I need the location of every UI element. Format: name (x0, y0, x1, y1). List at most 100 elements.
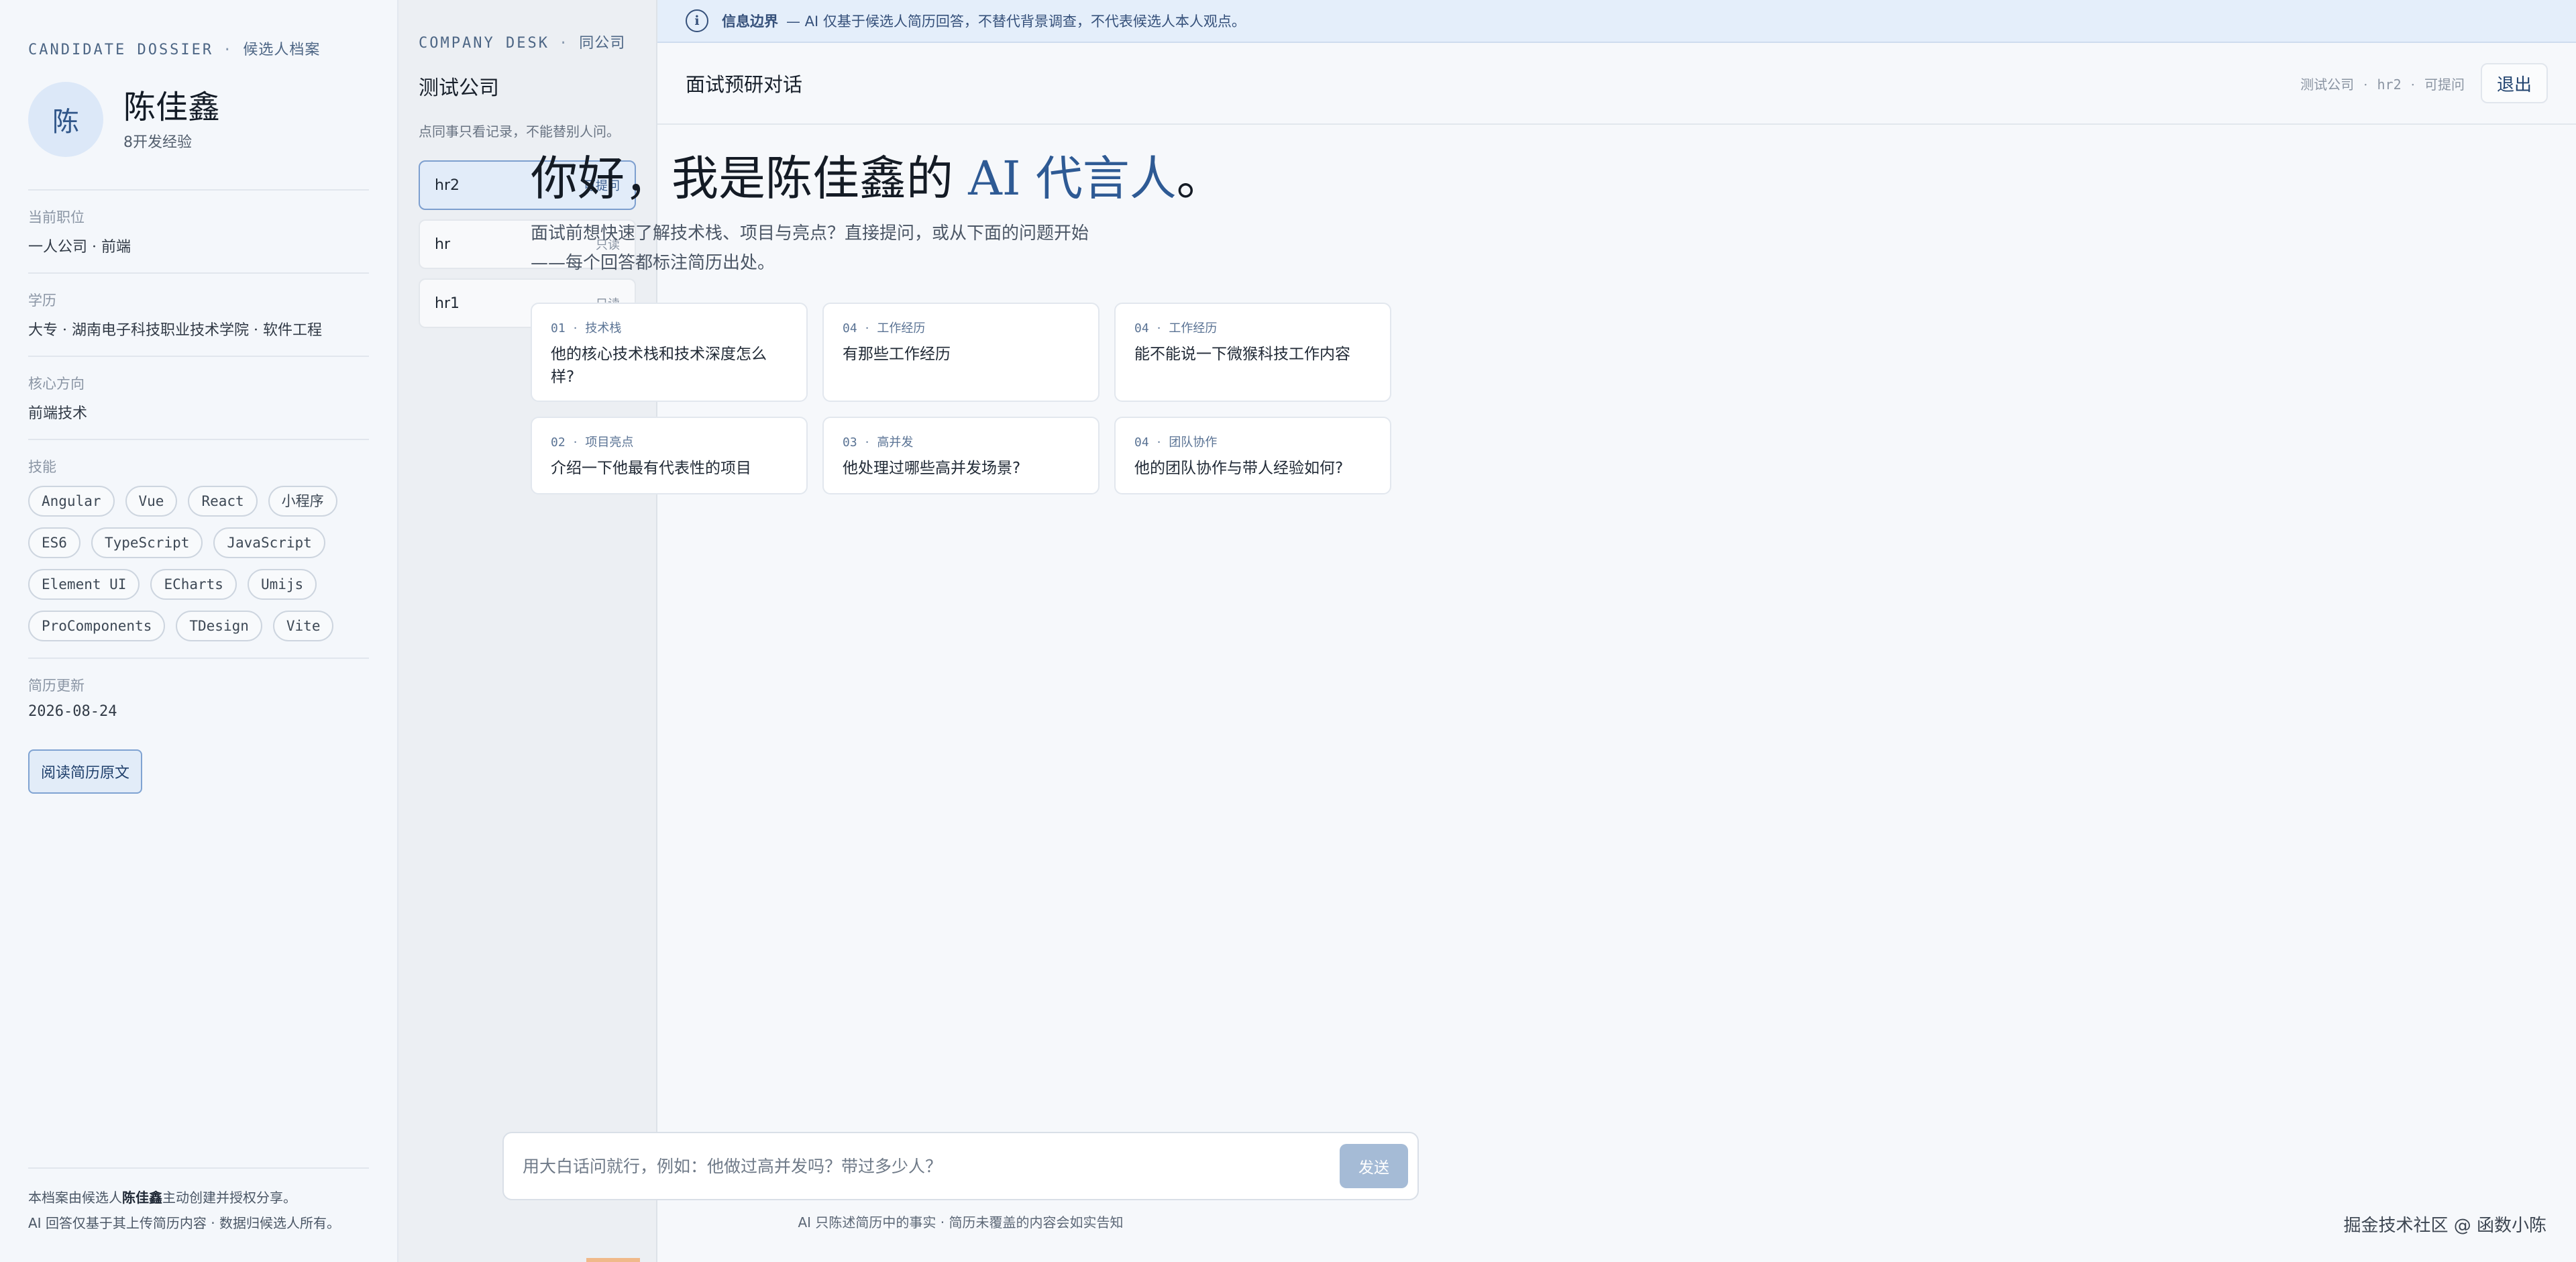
suggestion-question: 能不能说一下微猴科技工作内容 (1134, 346, 1350, 363)
greeting-suffix: 。 (1176, 151, 1224, 206)
ai-disclaimer: AI 只陈述简历中的事实 · 简历未覆盖的内容会如实告知 (798, 1214, 1124, 1230)
suggestion-card[interactable]: 04 · 团队协作 他的团队协作与带人经验如何? (1114, 417, 1391, 494)
dossier-eyebrow-sep: · (223, 42, 234, 58)
suggestion-card[interactable]: 01 · 技术栈 他的核心技术栈和技术深度怎么样? (531, 303, 808, 402)
candidate-profile: 陈 陈佳鑫 8开发经验 (28, 82, 369, 157)
skill-chip: ECharts (150, 569, 237, 600)
footer-prefix: 本档案由候选人 (28, 1190, 122, 1206)
session-meta: 测试公司 · hr2 · 可提问 (2300, 74, 2465, 93)
conversation-header: 面试预研对话 测试公司 · hr2 · 可提问 退出 (657, 43, 2576, 125)
logout-button[interactable]: 退出 (2480, 63, 2548, 103)
desk-eyebrow: COMPANY DESK · 同公司 (419, 31, 636, 52)
desk-eyebrow-sep: · (558, 35, 570, 52)
skill-chip: TypeScript (91, 527, 203, 558)
chat-composer: 发送 (502, 1132, 1419, 1200)
field-value: 大专 · 湖南电子科技职业技术学院 · 软件工程 (28, 322, 322, 339)
field-value: 2026-08-24 (28, 703, 117, 720)
suggestion-num: 04 (1134, 435, 1149, 450)
field-skills: 技能 Angular Vue React 小程序 ES6 TypeScript … (28, 440, 369, 641)
colleague-name: hr1 (435, 295, 460, 312)
meta-user: hr2 (2377, 76, 2402, 93)
meta-sep: · (2363, 76, 2368, 93)
field-value: 前端技术 (28, 405, 88, 422)
colleague-name: hr (435, 235, 450, 253)
meta-sep: · (2410, 76, 2415, 93)
suggestion-tag: 04 · 工作经历 (843, 319, 1079, 336)
desk-note: 点同事只看记录，不能替别人问。 (419, 123, 620, 140)
greeting-prefix: 你好，我是陈佳鑫的 (531, 151, 969, 206)
suggestion-tag: 03 · 高并发 (843, 433, 1079, 450)
field-label: 核心方向 (28, 376, 85, 392)
skill-chip: Angular (28, 486, 115, 517)
field-label: 简历更新 (28, 678, 85, 694)
watermark: 掘金技术社区 @ 函数小陈 (2343, 1216, 2546, 1236)
suggestion-card[interactable]: 04 · 工作经历 有那些工作经历 (822, 303, 1099, 402)
suggestion-tag: 02 · 项目亮点 (551, 433, 788, 450)
skill-chip: React (188, 486, 258, 517)
field-label: 学历 (28, 293, 56, 309)
skill-chip: TDesign (176, 611, 262, 641)
suggestion-sep: · (865, 321, 869, 335)
suggestion-question: 他处理过哪些高并发场景? (843, 460, 1021, 477)
candidate-experience: 8开发经验 (123, 134, 192, 151)
footer-name: 陈佳鑫 (122, 1190, 162, 1206)
desk-accent-bar (586, 1258, 640, 1262)
skill-chip: ES6 (28, 527, 80, 558)
suggestion-question: 他的核心技术栈和技术深度怎么样? (551, 346, 767, 386)
avatar: 陈 (28, 82, 103, 157)
desk-eyebrow-en: COMPANY DESK (419, 35, 549, 52)
info-boundary-banner: i 信息边界 — AI 仅基于候选人简历回答，不替代背景调查，不代表候选人本人观… (657, 0, 2576, 43)
suggestion-sep: · (1157, 435, 1161, 450)
suggestion-num: 04 (1134, 321, 1149, 335)
suggestion-category: 高并发 (877, 435, 914, 450)
suggestion-card[interactable]: 02 · 项目亮点 介绍一下他最有代表性的项目 (531, 417, 808, 494)
skill-chip: ProComponents (28, 611, 166, 641)
field-updated: 简历更新 2026-08-24 (28, 659, 369, 720)
suggestion-card[interactable]: 04 · 工作经历 能不能说一下微猴科技工作内容 (1114, 303, 1391, 402)
suggestion-sep: · (573, 321, 578, 335)
header-right: 测试公司 · hr2 · 可提问 退出 (2300, 63, 2548, 103)
meta-company: 测试公司 (2300, 76, 2355, 93)
welcome-hero: 你好，我是陈佳鑫的 AI 代言人。 面试前想快速了解技术栈、项目与亮点？直接提问… (531, 149, 1409, 278)
suggestion-tag: 01 · 技术栈 (551, 319, 788, 336)
send-button[interactable]: 发送 (1340, 1144, 1408, 1188)
intro-text: 面试前想快速了解技术栈、项目与亮点？直接提问，或从下面的问题开始 ——每个回答都… (531, 219, 1121, 278)
read-resume-button[interactable]: 阅读简历原文 (28, 749, 142, 794)
field-value: 一人公司 · 前端 (28, 239, 131, 256)
intro-line-2: ——每个回答都标注简历出处。 (531, 253, 775, 273)
suggestion-tag: 04 · 工作经历 (1134, 319, 1371, 336)
chat-input[interactable] (523, 1156, 1340, 1176)
skill-chip: Umijs (247, 569, 317, 600)
footer-line-2: AI 回答仅基于其上传简历内容 · 数据归候选人所有。 (28, 1215, 341, 1231)
profile-text: 陈佳鑫 8开发经验 (123, 87, 220, 152)
page-title: 面试预研对话 (686, 73, 803, 96)
suggestion-category: 工作经历 (877, 321, 926, 335)
footer-line-1: 本档案由候选人陈佳鑫主动创建并授权分享。 (28, 1185, 369, 1210)
company-name: 测试公司 (419, 76, 499, 100)
skill-chip: 小程序 (268, 486, 337, 517)
field-education: 学历 大专 · 湖南电子科技职业技术学院 · 软件工程 (28, 274, 369, 339)
suggestion-num: 03 (843, 435, 857, 450)
suggestion-question: 介绍一下他最有代表性的项目 (551, 460, 751, 477)
skill-chip: Vite (272, 611, 334, 641)
suggestion-sep: · (1157, 321, 1161, 335)
suggestion-category: 项目亮点 (585, 435, 634, 450)
field-focus: 核心方向 前端技术 (28, 357, 369, 423)
greeting-heading: 你好，我是陈佳鑫的 AI 代言人。 (531, 149, 1409, 208)
field-position: 当前职位 一人公司 · 前端 (28, 191, 369, 256)
candidate-name: 陈佳鑫 (123, 89, 221, 126)
meta-role: 可提问 (2424, 76, 2465, 93)
suggestion-question: 有那些工作经历 (843, 346, 951, 363)
info-icon: i (686, 9, 708, 32)
desk-eyebrow-cn: 同公司 (579, 35, 626, 52)
greeting-accent: AI 代言人 (968, 151, 1177, 206)
colleague-name: hr2 (435, 176, 460, 194)
skills-list: Angular Vue React 小程序 ES6 TypeScript Jav… (28, 486, 364, 641)
suggestion-card[interactable]: 03 · 高并发 他处理过哪些高并发场景? (822, 417, 1099, 494)
suggestion-num: 01 (551, 321, 566, 335)
suggestion-category: 技术栈 (585, 321, 622, 335)
dossier-eyebrow-cn: 候选人档案 (243, 42, 321, 58)
suggested-questions: 01 · 技术栈 他的核心技术栈和技术深度怎么样? 04 · 工作经历 有那些工作经历 … (531, 303, 1392, 494)
field-label: 当前职位 (28, 209, 85, 225)
field-label: 技能 (28, 459, 56, 475)
